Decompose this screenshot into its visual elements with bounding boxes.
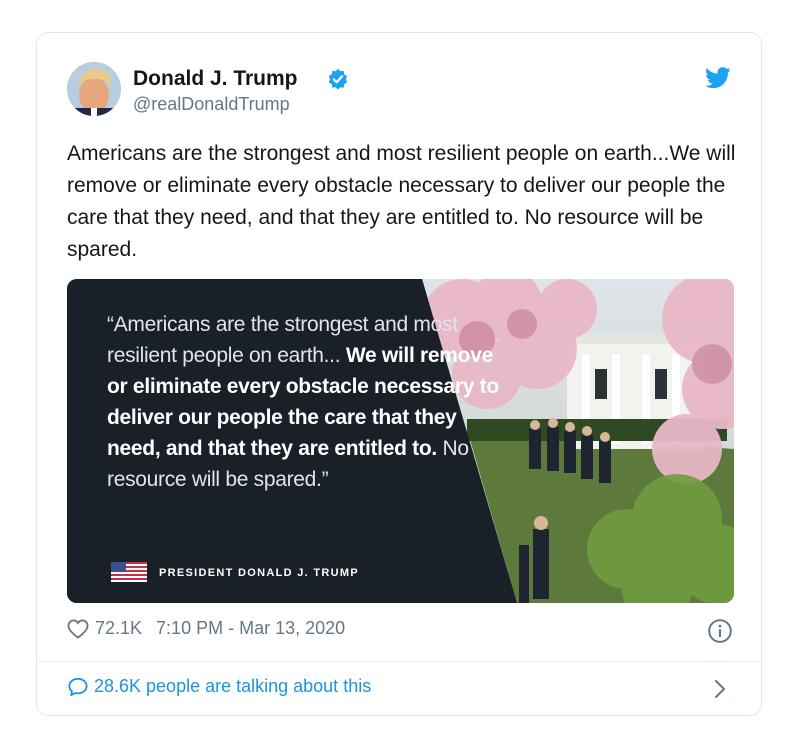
author-name[interactable]: Donald J. Trump	[133, 67, 298, 91]
heart-icon[interactable]	[67, 619, 89, 639]
info-icon[interactable]	[707, 618, 733, 644]
author-handle[interactable]: @realDonaldTrump	[133, 94, 290, 115]
avatar-image	[67, 62, 121, 116]
tweet-media-image[interactable]: “Americans are the strongest and most re…	[67, 279, 734, 603]
chevron-right-icon[interactable]	[713, 678, 727, 700]
avatar[interactable]	[67, 62, 121, 116]
media-caption: PRESIDENT DONALD J. TRUMP	[159, 567, 359, 579]
speech-bubble-icon	[68, 677, 88, 696]
us-flag-icon	[111, 562, 147, 582]
tweet-card[interactable]: Donald J. Trump @realDonaldTrump America…	[36, 32, 762, 716]
twitter-bird-icon[interactable]	[705, 67, 731, 89]
verified-badge-icon	[328, 68, 348, 90]
media-quote: “Americans are the strongest and most re…	[107, 309, 507, 495]
like-count[interactable]: 72.1K	[95, 618, 142, 639]
timestamp[interactable]: 7:10 PM - Mar 13, 2020	[156, 618, 345, 639]
tweet-text: Americans are the strongest and most res…	[67, 142, 736, 261]
divider	[37, 661, 761, 662]
tweet-meta: 72.1K 7:10 PM - Mar 13, 2020	[67, 618, 357, 639]
talking-count[interactable]: 28.6K people are talking about this	[94, 676, 371, 697]
conversation-link[interactable]: 28.6K people are talking about this	[67, 676, 371, 697]
